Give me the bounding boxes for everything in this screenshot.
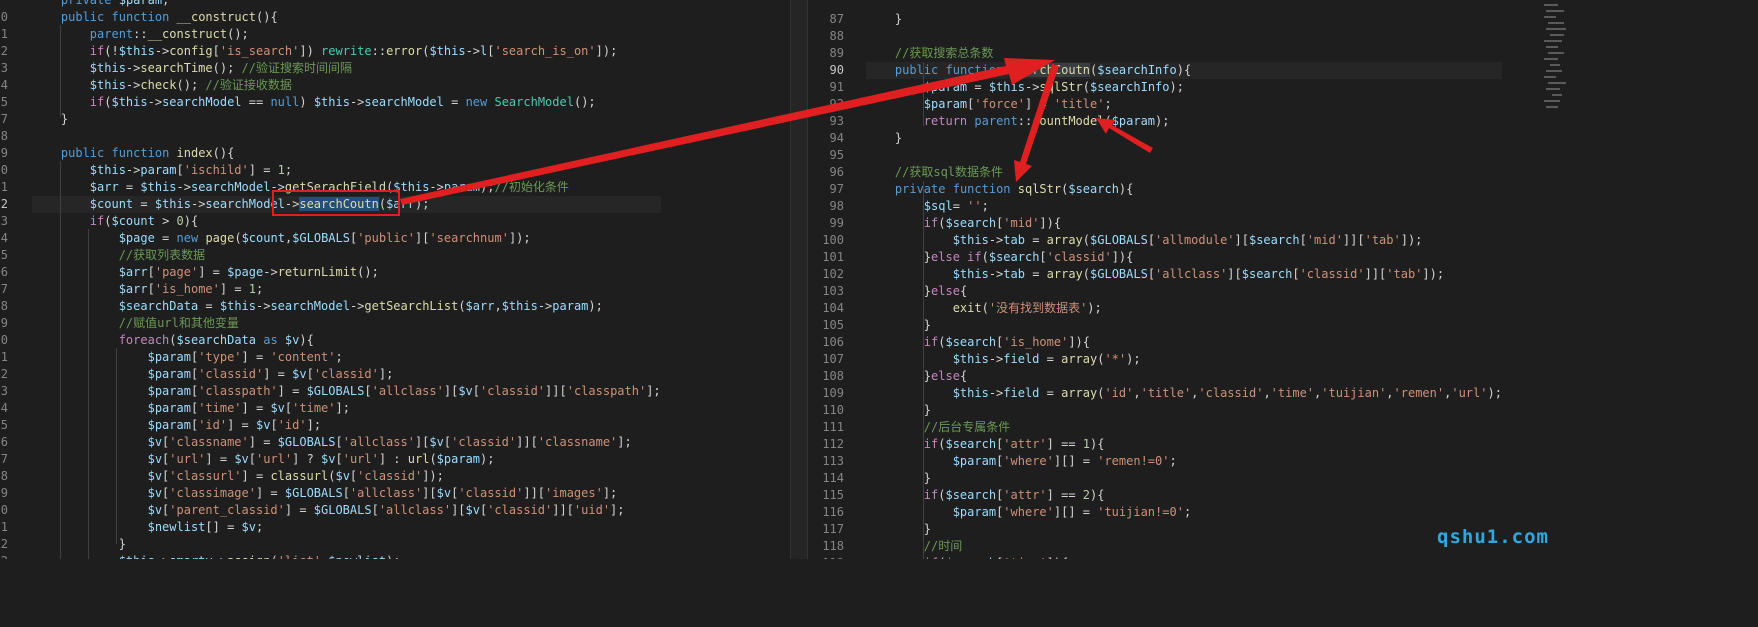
arrow-to-definition — [400, 58, 1055, 205]
arrow-to-sqlstr — [1014, 64, 1059, 182]
arrow-to-countmodel — [1096, 118, 1153, 153]
watermark-text: qshu1.com — [1437, 526, 1549, 548]
annotation-arrows — [400, 58, 1153, 205]
